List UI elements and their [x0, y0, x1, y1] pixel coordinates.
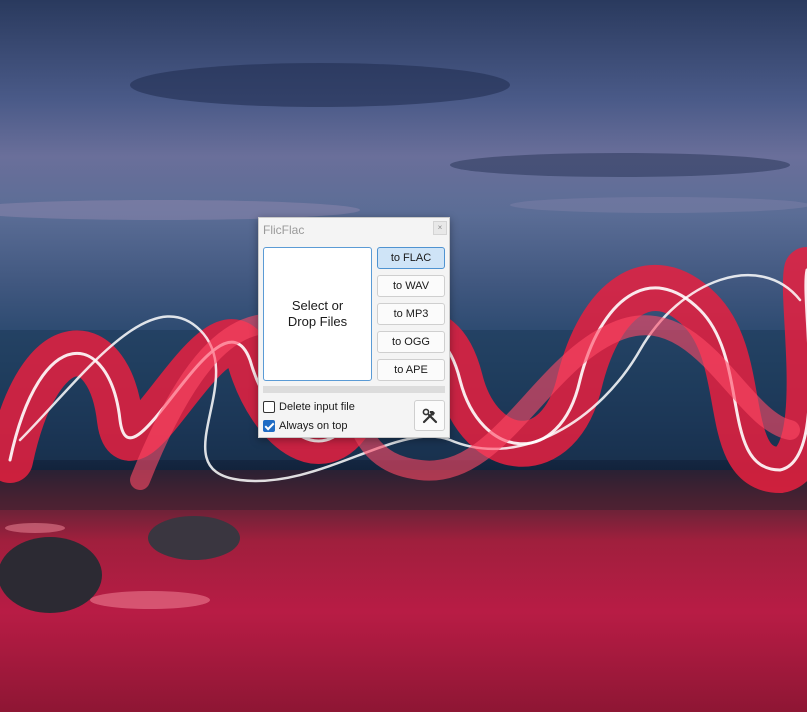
drop-zone-line1: Select or — [291, 298, 344, 313]
tools-icon — [422, 408, 437, 423]
to-ape-button[interactable]: to APE — [377, 359, 445, 381]
drop-files-area[interactable]: Select or Drop Files — [263, 247, 372, 381]
delete-input-label: Delete input file — [279, 400, 355, 413]
flicflac-window: FlicFlac × Select or Drop Files to FLAC … — [258, 217, 450, 438]
delete-input-option[interactable]: Delete input file — [263, 399, 355, 414]
close-button[interactable]: × — [433, 221, 447, 235]
always-on-top-label: Always on top — [279, 419, 348, 432]
settings-button[interactable] — [414, 400, 445, 431]
to-wav-button[interactable]: to WAV — [377, 275, 445, 297]
to-mp3-button[interactable]: to MP3 — [377, 303, 445, 325]
close-icon: × — [437, 223, 443, 232]
drop-zone-line2: Drop Files — [287, 314, 348, 329]
always-on-top-checkbox[interactable] — [263, 419, 275, 432]
always-on-top-option[interactable]: Always on top — [263, 418, 347, 433]
progress-bar — [263, 386, 445, 393]
window-titlebar[interactable]: FlicFlac × — [259, 218, 449, 242]
window-title: FlicFlac — [263, 223, 305, 237]
to-ogg-button[interactable]: to OGG — [377, 331, 445, 353]
to-flac-button[interactable]: to FLAC — [377, 247, 445, 269]
delete-input-checkbox[interactable] — [263, 400, 275, 413]
